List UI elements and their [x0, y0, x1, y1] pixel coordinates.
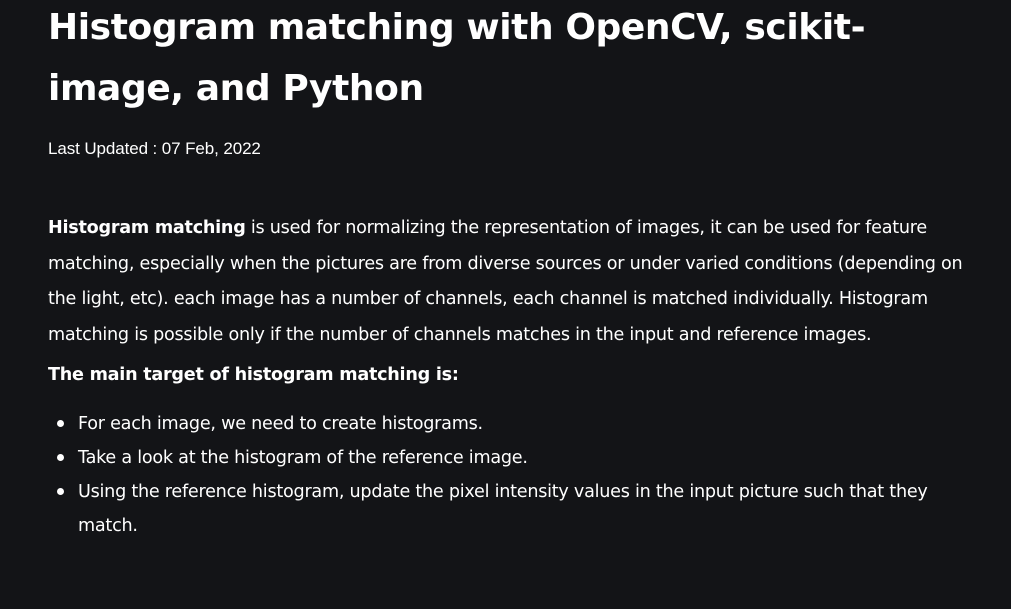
intro-paragraph: Histogram matching is used for normalizi… — [48, 211, 963, 353]
list-item: For each image, we need to create histog… — [48, 407, 958, 441]
last-updated-date: Last Updated : 07 Feb, 2022 — [48, 139, 261, 158]
bullet-icon — [57, 420, 64, 428]
bullet-list: For each image, we need to create histog… — [48, 407, 968, 543]
list-item-text: For each image, we need to create histog… — [78, 414, 483, 435]
intro-bold-term: Histogram matching — [48, 218, 246, 238]
article: Histogram matching with OpenCV, scikit-i… — [48, 0, 968, 543]
list-item-text: Using the reference histogram, update th… — [78, 482, 928, 537]
section-subheading: The main target of histogram matching is… — [48, 365, 459, 386]
bullet-icon — [57, 488, 64, 496]
article-title: Histogram matching with OpenCV, scikit-i… — [48, 7, 866, 109]
list-item-text: Take a look at the histogram of the refe… — [78, 448, 528, 469]
list-item: Take a look at the histogram of the refe… — [48, 441, 958, 475]
list-item: Using the reference histogram, update th… — [48, 475, 958, 543]
bullet-icon — [57, 454, 64, 462]
